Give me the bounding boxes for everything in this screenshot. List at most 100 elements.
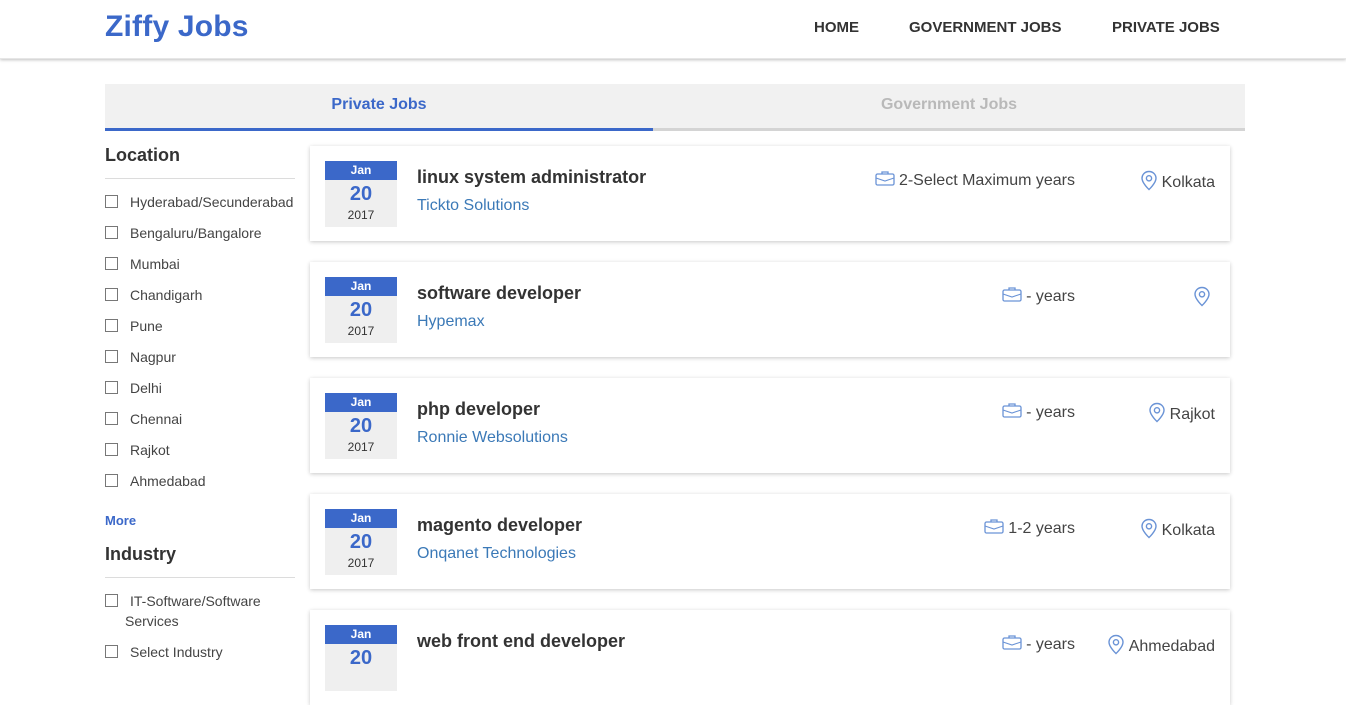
job-card[interactable]: Jan 20 2017 linux system administrator T… bbox=[310, 146, 1230, 241]
location-option-label: Chandigarh bbox=[130, 287, 203, 303]
tab-government-jobs[interactable]: Government Jobs bbox=[653, 84, 1245, 131]
map-pin-icon bbox=[1140, 518, 1158, 544]
job-title[interactable]: linux system administrator bbox=[417, 167, 646, 188]
posted-date: Jan 20 2017 bbox=[325, 161, 397, 227]
briefcase-icon bbox=[1002, 286, 1022, 307]
date-month: Jan bbox=[325, 509, 397, 528]
experience: - years bbox=[1002, 402, 1075, 423]
industry-option-label: Select Industry bbox=[130, 644, 223, 660]
location-option-label: Bengaluru/Bangalore bbox=[130, 225, 262, 241]
experience: 1-2 years bbox=[984, 518, 1075, 539]
job-title[interactable]: web front end developer bbox=[417, 631, 625, 652]
location-option-label: Hyderabad/Secunderabad bbox=[130, 194, 294, 210]
posted-date: Jan 20 bbox=[325, 625, 397, 691]
industry-option-label-continued: Services bbox=[125, 613, 179, 629]
brand-logo[interactable]: Ziffy Jobs bbox=[105, 10, 249, 44]
checkbox[interactable] bbox=[105, 257, 118, 270]
experience: 2-Select Maximum years bbox=[875, 170, 1075, 191]
experience: - years bbox=[1002, 634, 1075, 655]
location-option-label: Chennai bbox=[130, 411, 183, 427]
checkbox[interactable] bbox=[105, 288, 118, 301]
job-title[interactable]: software developer bbox=[417, 283, 581, 304]
map-pin-icon bbox=[1148, 402, 1166, 428]
location: Kolkata bbox=[1140, 518, 1215, 544]
industry-filter-title: Industry bbox=[105, 544, 177, 564]
location-option-label: Mumbai bbox=[130, 256, 180, 272]
date-day: 20 bbox=[349, 647, 373, 669]
company-link[interactable]: Tickto Solutions bbox=[417, 197, 529, 215]
checkbox[interactable] bbox=[105, 226, 118, 239]
experience-text: - years bbox=[1026, 403, 1075, 421]
map-pin-icon bbox=[1140, 170, 1158, 196]
experience: - years bbox=[1002, 286, 1075, 307]
industry-divider bbox=[105, 577, 295, 578]
location-option-label: Nagpur bbox=[130, 349, 176, 365]
location-more-link[interactable]: More bbox=[105, 513, 136, 528]
checkbox[interactable] bbox=[105, 594, 118, 607]
job-title[interactable]: magento developer bbox=[417, 515, 582, 536]
experience-text: 1-2 years bbox=[1008, 519, 1075, 537]
job-title[interactable]: php developer bbox=[417, 399, 540, 420]
checkbox[interactable] bbox=[105, 443, 118, 456]
location: Rajkot bbox=[1148, 402, 1215, 428]
job-type-tabs: Private Jobs Government Jobs bbox=[105, 84, 1245, 131]
checkbox[interactable] bbox=[105, 412, 118, 425]
date-year: 2017 bbox=[347, 440, 375, 454]
date-month: Jan bbox=[325, 393, 397, 412]
date-day: 20 bbox=[349, 299, 373, 321]
briefcase-icon bbox=[1002, 634, 1022, 655]
map-pin-icon bbox=[1107, 634, 1125, 660]
experience-text: - years bbox=[1026, 635, 1075, 653]
location bbox=[1193, 286, 1215, 312]
date-day: 20 bbox=[349, 531, 373, 553]
job-card[interactable]: Jan 20 2017 magento developer Onqanet Te… bbox=[310, 494, 1230, 589]
date-day: 20 bbox=[349, 415, 373, 437]
date-day: 20 bbox=[349, 183, 373, 205]
posted-date: Jan 20 2017 bbox=[325, 509, 397, 575]
location-text: Ahmedabad bbox=[1128, 638, 1215, 655]
location-option-label: Delhi bbox=[130, 380, 162, 396]
location-text: Kolkata bbox=[1161, 174, 1215, 191]
location-filter-title: Location bbox=[105, 145, 180, 165]
tab-private-jobs[interactable]: Private Jobs bbox=[105, 84, 653, 131]
date-year: 2017 bbox=[347, 556, 375, 570]
checkbox[interactable] bbox=[105, 474, 118, 487]
job-card[interactable]: Jan 20 2017 php developer Ronnie Websolu… bbox=[310, 378, 1230, 473]
location-divider bbox=[105, 178, 295, 179]
briefcase-icon bbox=[1002, 402, 1022, 423]
date-month: Jan bbox=[325, 277, 397, 296]
location-text: Kolkata bbox=[1161, 522, 1215, 539]
date-year: 2017 bbox=[347, 208, 375, 222]
location-option-label: Pune bbox=[130, 318, 163, 334]
experience-text: - years bbox=[1026, 287, 1075, 305]
briefcase-icon bbox=[875, 170, 895, 191]
briefcase-icon bbox=[984, 518, 1004, 539]
nav-government-jobs[interactable]: GOVERNMENT JOBS bbox=[909, 19, 1062, 36]
checkbox[interactable] bbox=[105, 350, 118, 363]
checkbox[interactable] bbox=[105, 381, 118, 394]
company-link[interactable]: Hypemax bbox=[417, 313, 485, 331]
map-pin-icon bbox=[1193, 286, 1211, 312]
checkbox[interactable] bbox=[105, 319, 118, 332]
checkbox[interactable] bbox=[105, 645, 118, 658]
date-month: Jan bbox=[325, 161, 397, 180]
location-option-label: Ahmedabad bbox=[130, 473, 206, 489]
job-card[interactable]: Jan 20 web front end developer - years A… bbox=[310, 610, 1230, 705]
date-month: Jan bbox=[325, 625, 397, 644]
date-year: 2017 bbox=[347, 324, 375, 338]
posted-date: Jan 20 2017 bbox=[325, 277, 397, 343]
industry-option-label: IT-Software/Software bbox=[130, 593, 261, 609]
experience-text: 2-Select Maximum years bbox=[898, 171, 1075, 189]
nav-home[interactable]: HOME bbox=[814, 19, 859, 36]
location: Ahmedabad bbox=[1107, 634, 1215, 660]
company-link[interactable]: Ronnie Websolutions bbox=[417, 429, 568, 447]
checkbox[interactable] bbox=[105, 195, 118, 208]
location-option-label: Rajkot bbox=[130, 442, 170, 458]
posted-date: Jan 20 2017 bbox=[325, 393, 397, 459]
top-navbar: Ziffy Jobs HOME GOVERNMENT JOBS PRIVATE … bbox=[0, 0, 1346, 59]
job-card[interactable]: Jan 20 2017 software developer Hypemax -… bbox=[310, 262, 1230, 357]
company-link[interactable]: Onqanet Technologies bbox=[417, 545, 576, 563]
location: Kolkata bbox=[1140, 170, 1215, 196]
location-text: Rajkot bbox=[1169, 406, 1215, 423]
nav-private-jobs[interactable]: PRIVATE JOBS bbox=[1112, 19, 1220, 36]
